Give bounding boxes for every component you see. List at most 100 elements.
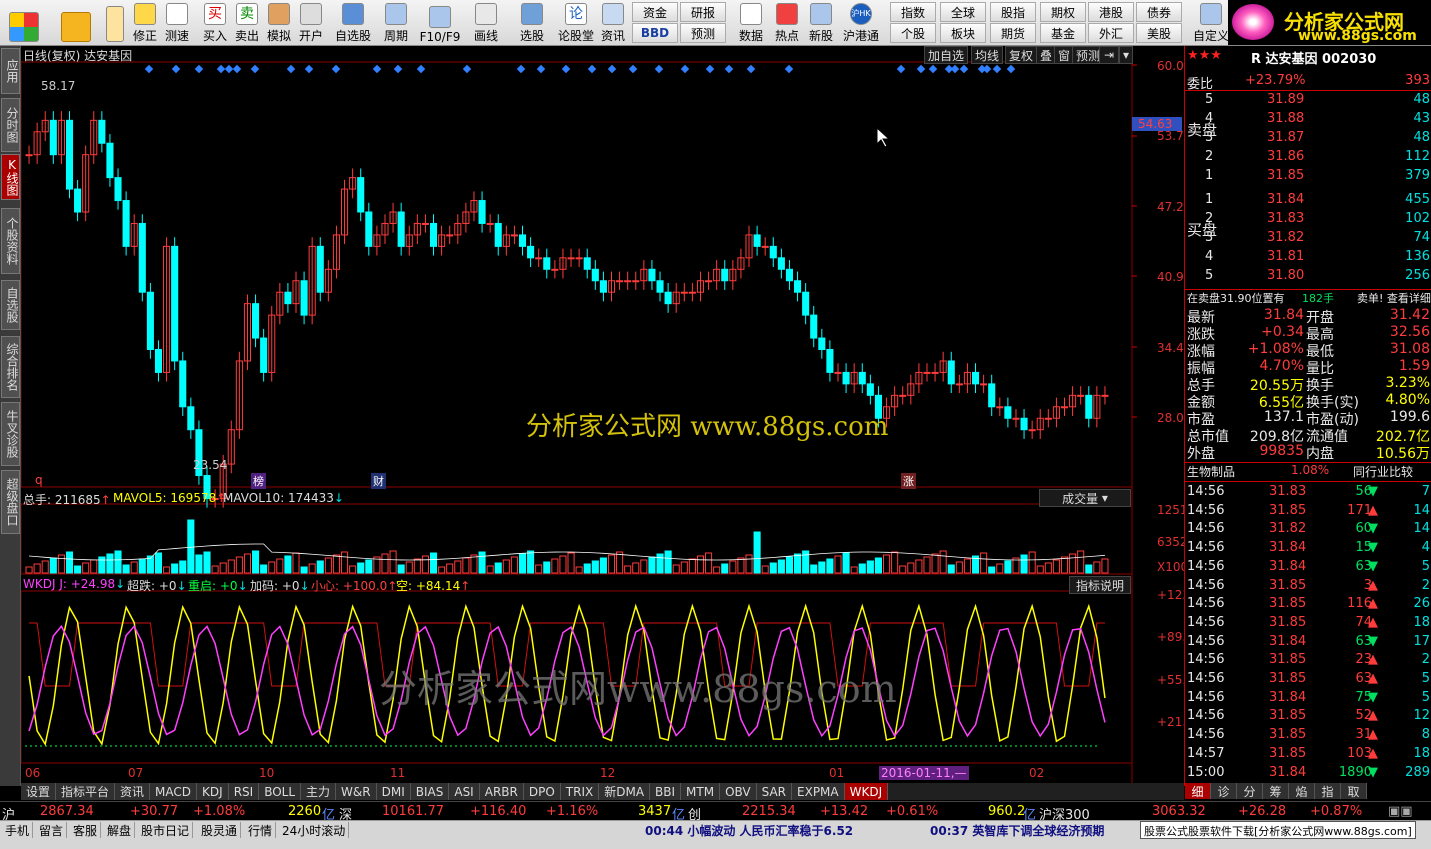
news-item[interactable]: 00:37 英智库下调全球经济预期: [930, 822, 1104, 839]
indicator-tab[interactable]: ASI: [449, 783, 480, 800]
indicator-tab[interactable]: OBV: [720, 783, 757, 800]
toolbar-small-yanbao[interactable]: 研报: [680, 2, 726, 22]
marker-q[interactable]: q: [35, 473, 43, 487]
indicator-tab[interactable]: MTM: [681, 783, 721, 800]
toolbar-small-qiquan[interactable]: 期权: [1040, 2, 1086, 22]
buy-order-row[interactable]: 3 31.82 74: [1185, 230, 1431, 248]
toolbar-small-bbd[interactable]: BBD: [632, 23, 678, 43]
industry-compare-link[interactable]: 同行业比较: [1353, 463, 1413, 480]
sell-order-row[interactable]: 1 31.85 379: [1185, 168, 1431, 186]
sell-order-row[interactable]: 3 31.87 48: [1185, 130, 1431, 148]
indicator-tab[interactable]: KDJ: [197, 783, 229, 800]
indicator-tab[interactable]: BIAS: [410, 783, 450, 800]
status-button[interactable]: 股市日记: [138, 822, 194, 838]
simulate-button[interactable]: 模拟: [264, 2, 294, 44]
sidetab-kline[interactable]: K线图: [1, 154, 20, 200]
sidetab-intraday[interactable]: 分时图: [1, 98, 20, 152]
watchlist-button[interactable]: 自选股: [333, 2, 373, 44]
add-watch-button[interactable]: 加自选: [924, 46, 969, 64]
status-button[interactable]: 手机: [2, 822, 34, 838]
marker-cai[interactable]: 财: [371, 473, 386, 489]
status-icons[interactable]: ▣▣: [1388, 804, 1413, 819]
period-button[interactable]: 周期: [378, 2, 414, 44]
right-tab[interactable]: 诊: [1211, 783, 1237, 799]
sell-order-row[interactable]: 2 31.86 112: [1185, 149, 1431, 167]
updown-icon[interactable]: [104, 2, 126, 44]
status-button[interactable]: 客服: [70, 822, 102, 838]
right-tab[interactable]: 焰: [1289, 783, 1315, 799]
toolbar-small-meigu[interactable]: 美股: [1136, 23, 1182, 43]
indicator-tab[interactable]: ARBR: [479, 783, 524, 800]
right-tab[interactable]: 取: [1341, 783, 1367, 799]
right-tab[interactable]: 筹: [1263, 783, 1289, 799]
indicator-tab[interactable]: RSI: [228, 783, 260, 800]
indicator-tab[interactable]: TRIX: [560, 783, 600, 800]
sidetab-ranking[interactable]: 综合排名: [1, 336, 20, 398]
toolbar-small-qihuo[interactable]: 期货: [990, 23, 1036, 43]
kline-chart-area[interactable]: 日线(复权) 达安基因 加自选 均线 复权 叠 窗 预测 ⇥ ▾ 60.09 5…: [21, 46, 1201, 786]
buy-order-row[interactable]: 4 31.81 136: [1185, 249, 1431, 267]
chevron-down-icon[interactable]: ▾: [1119, 46, 1133, 64]
status-button[interactable]: 留言: [36, 822, 68, 838]
hotspot-button[interactable]: 热点: [772, 2, 802, 44]
sidetab-level2[interactable]: 超级盘口: [1, 470, 20, 534]
toolbar-small-ganggu[interactable]: 港股: [1088, 2, 1134, 22]
ipo-button[interactable]: 新股: [806, 2, 836, 44]
toolbar-small-zhishu[interactable]: 指数: [890, 2, 936, 22]
stock-picker-button[interactable]: 选股: [512, 2, 552, 44]
adjust-button[interactable]: 复权: [1005, 46, 1038, 64]
indicator-tab[interactable]: W&R: [336, 783, 377, 800]
indicator-tab[interactable]: 新DMA: [599, 783, 651, 800]
indicator-tab[interactable]: BOLL: [259, 783, 302, 800]
buy-button[interactable]: 买买入: [200, 2, 230, 44]
sidetab-watchlist[interactable]: 自选股: [1, 280, 20, 330]
indicator-tab[interactable]: WKDJ: [844, 783, 889, 800]
toolbar-small-zhaiquan[interactable]: 债券: [1136, 2, 1182, 22]
app-logo-icon[interactable]: [4, 2, 44, 44]
window-button[interactable]: 窗: [1054, 46, 1075, 64]
buy-order-row[interactable]: 1 31.84 455: [1185, 192, 1431, 210]
toolbar-small-yuce[interactable]: 预测: [680, 23, 726, 43]
toolbar-btn-xiuzheng[interactable]: 修正: [130, 2, 160, 44]
toolbar-small-jijin[interactable]: 基金: [1040, 23, 1086, 43]
indicator-tab[interactable]: 设置: [21, 783, 57, 800]
open-account-button[interactable]: 开户: [296, 2, 326, 44]
status-button[interactable]: 行情: [245, 822, 277, 838]
toolbar-btn-cesu[interactable]: 测速: [162, 2, 192, 44]
buy-order-row[interactable]: 2 31.83 102: [1185, 211, 1431, 229]
draw-line-button[interactable]: 画线: [468, 2, 504, 44]
indicator-tab[interactable]: 指标平台: [56, 783, 116, 800]
indicator-tab[interactable]: BBI: [650, 783, 682, 800]
right-tab[interactable]: 分: [1237, 783, 1263, 799]
indicator-tab[interactable]: DMI: [376, 783, 411, 800]
toolbar-small-zijin[interactable]: 资金: [632, 2, 678, 22]
news-item[interactable]: 00:44 小幅波动 人民币汇率稳于6.52: [645, 822, 853, 839]
volume-indicator-select[interactable]: 成交量 ▾: [1039, 489, 1131, 507]
status-button[interactable]: 24小时滚动: [279, 822, 350, 838]
toolbar-small-gegu[interactable]: 个股: [890, 23, 936, 43]
data-button[interactable]: 数据: [736, 2, 766, 44]
status-button[interactable]: 解盘: [104, 822, 136, 838]
toolbar-small-guzhi[interactable]: 股指: [990, 2, 1036, 22]
marker-zhang[interactable]: 涨: [901, 473, 916, 489]
right-tab[interactable]: 指: [1315, 783, 1341, 799]
sidetab-diagnose[interactable]: 牛叉诊股: [1, 402, 20, 466]
status-button[interactable]: 股灵通: [198, 822, 242, 838]
indicator-tab[interactable]: MACD: [150, 783, 198, 800]
indicator-tab[interactable]: DPO: [523, 783, 561, 800]
sell-button[interactable]: 卖卖出: [232, 2, 262, 44]
toolbar-small-waihui[interactable]: 外汇: [1088, 23, 1134, 43]
indicator-help-button[interactable]: 指标说明: [1069, 576, 1131, 594]
back-icon[interactable]: [58, 2, 94, 44]
marker-bang[interactable]: 榜: [251, 473, 266, 489]
news-button[interactable]: 资讯: [598, 2, 628, 44]
sell-order-row[interactable]: 4 31.88 43: [1185, 111, 1431, 129]
f10-button[interactable]: F10/F9: [418, 2, 462, 44]
overlay-button[interactable]: 叠: [1036, 46, 1057, 64]
right-tab[interactable]: 细: [1185, 783, 1211, 799]
sidetab-profile[interactable]: 个股资料: [1, 208, 20, 274]
buy-order-row[interactable]: 5 31.80 256: [1185, 268, 1431, 286]
indicator-tab[interactable]: 主力: [301, 783, 337, 800]
indicator-tab[interactable]: 资讯: [115, 783, 151, 800]
toolbar-small-bankuai[interactable]: 板块: [940, 23, 986, 43]
